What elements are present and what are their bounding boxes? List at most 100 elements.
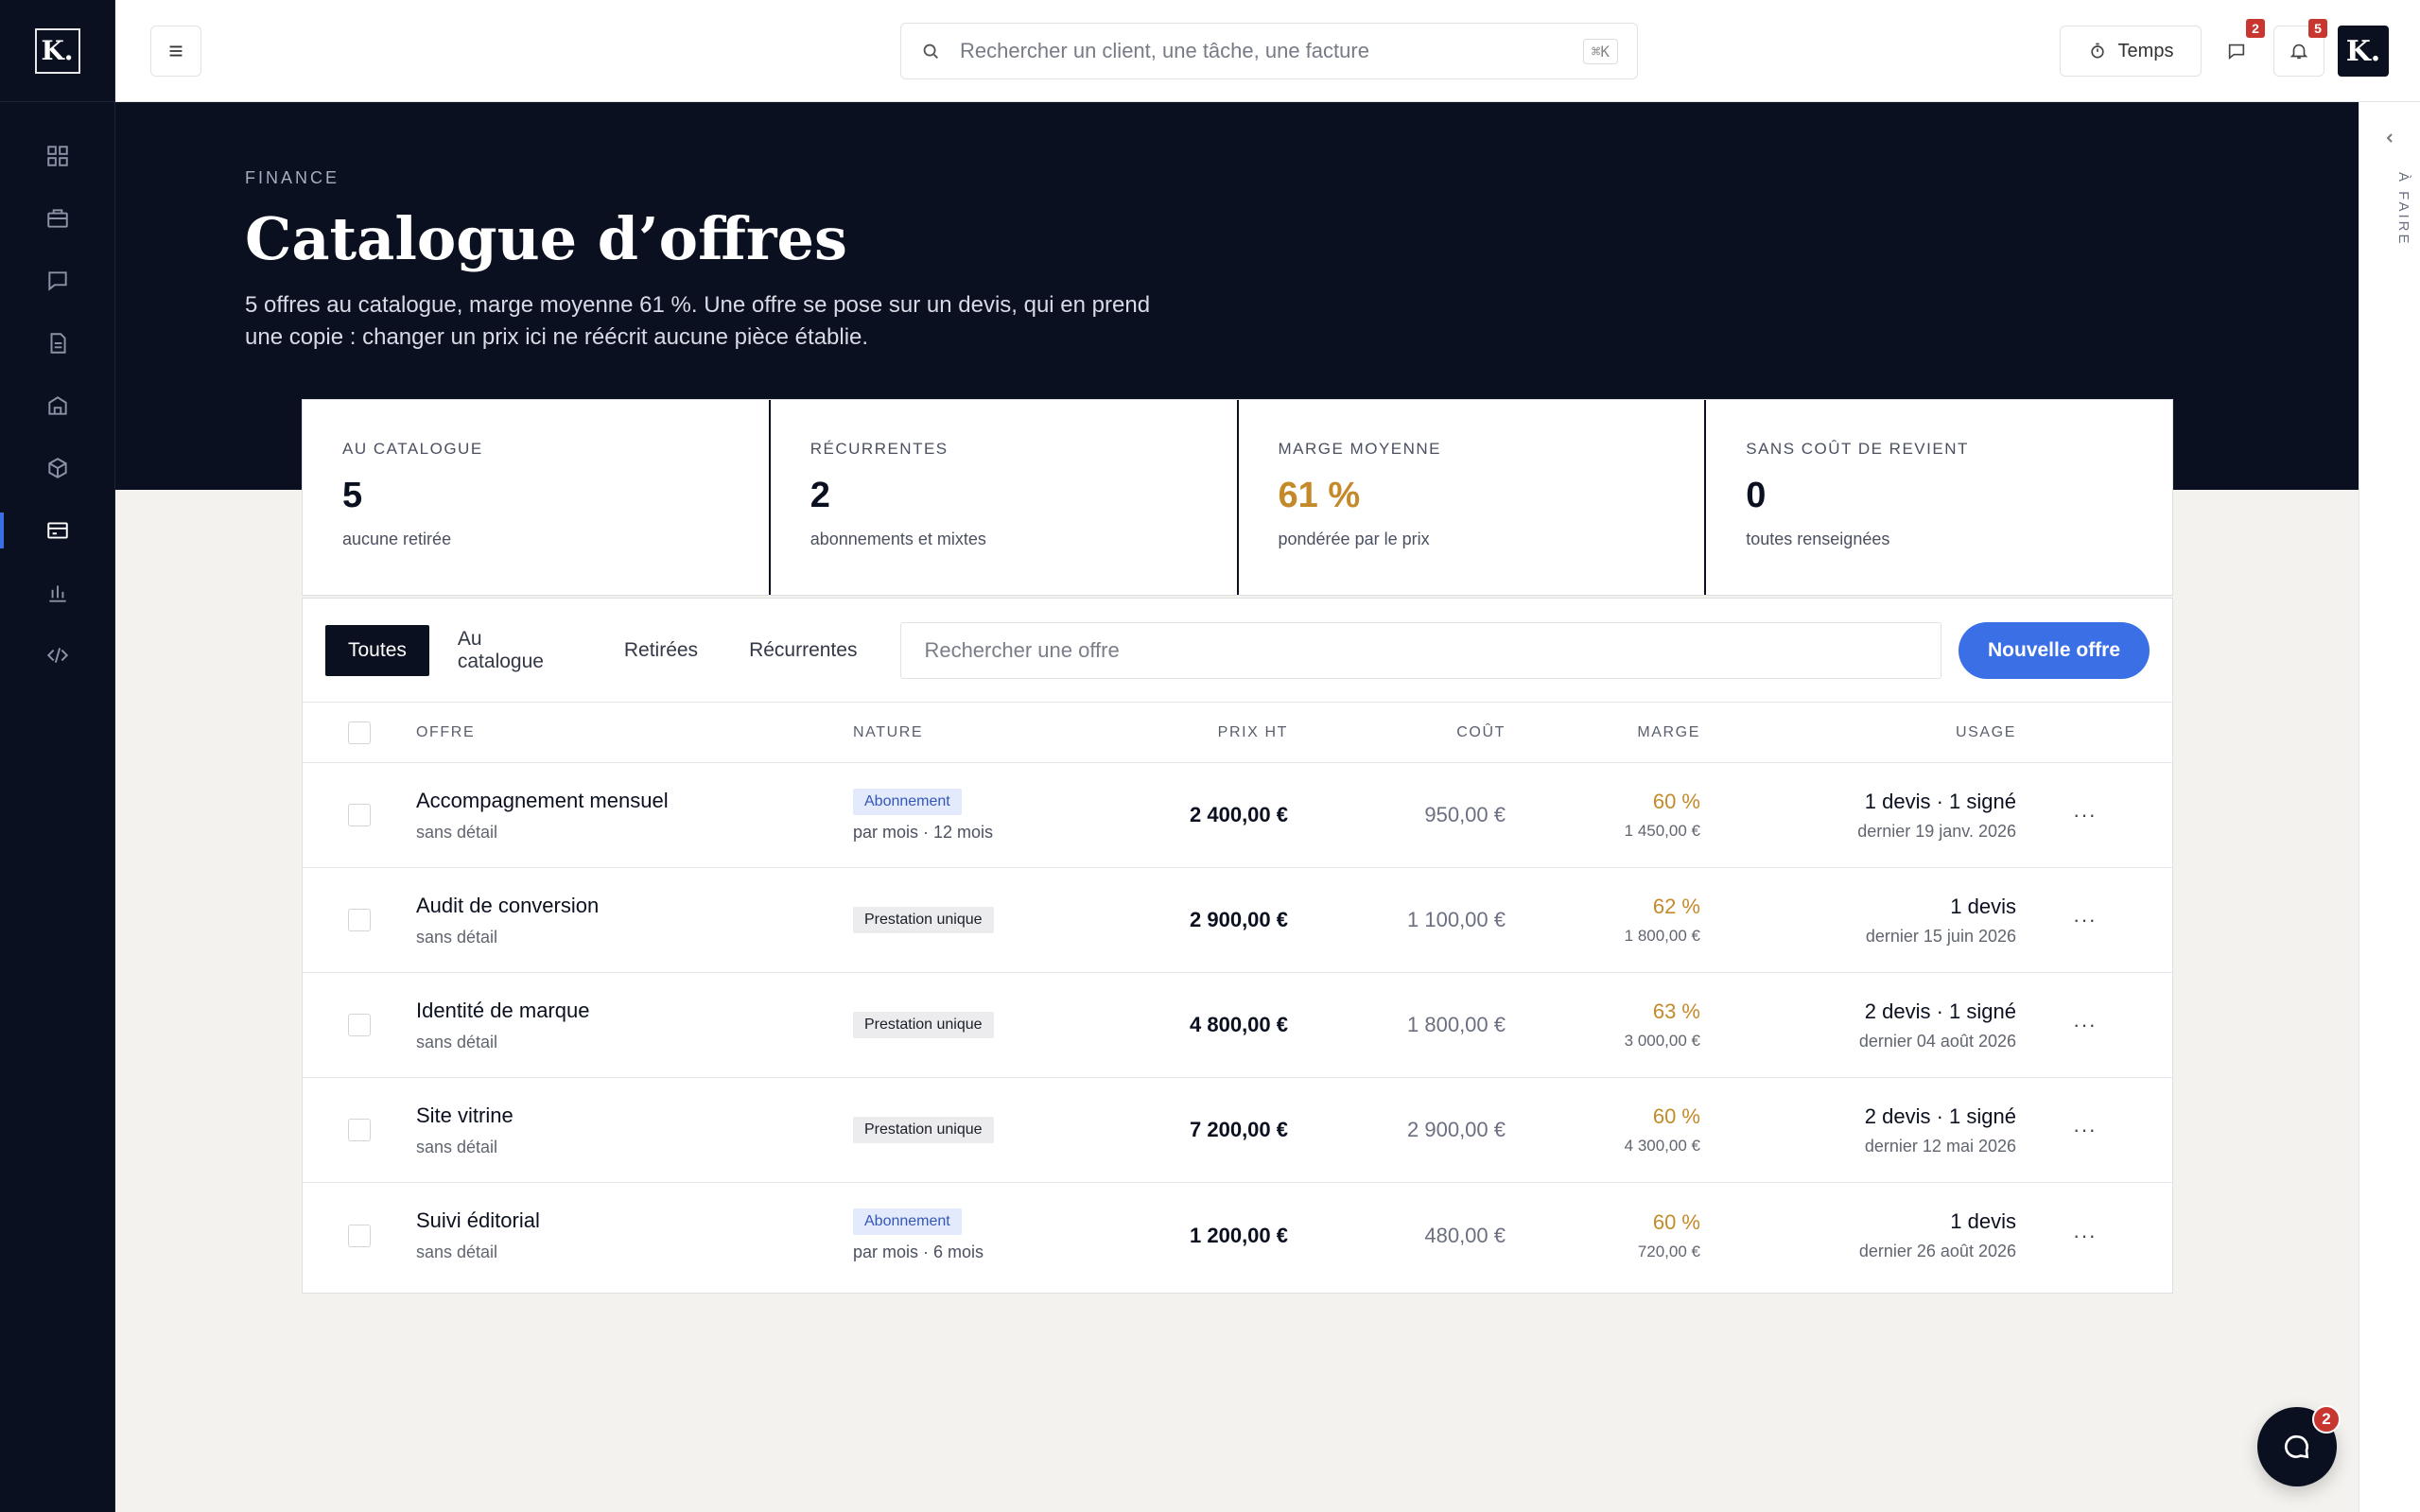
timer-button[interactable]: Temps <box>2060 26 2202 77</box>
row-select-cell <box>303 1224 416 1247</box>
bell-icon <box>2289 43 2308 60</box>
nature-cell: Prestation unique <box>853 1012 1118 1038</box>
card-icon <box>46 522 68 539</box>
table-row[interactable]: Accompagnement mensuel sans détail Abonn… <box>303 763 2172 868</box>
price-cell: 2 400,00 € <box>1190 803 1288 826</box>
tab-retired[interactable]: Retirées <box>601 625 721 676</box>
row-more-button[interactable]: ··· <box>2016 908 2153 932</box>
column-header-nature[interactable]: NATURE <box>853 724 1118 741</box>
row-more-button[interactable]: ··· <box>2016 1118 2153 1142</box>
offer-name[interactable]: Audit de conversion <box>416 894 853 918</box>
sidebar-item-clients[interactable] <box>0 374 114 437</box>
tab-all[interactable]: Toutes <box>325 624 429 676</box>
hamburger-icon <box>169 45 183 57</box>
sidebar-item-developer[interactable] <box>0 624 114 686</box>
sidebar-item-finance[interactable] <box>0 499 114 562</box>
kpi-value: 61 % <box>1278 476 1361 515</box>
row-checkbox[interactable] <box>348 1119 371 1141</box>
usage-count: 2 devis · 1 signé <box>1864 1104 2016 1128</box>
row-checkbox[interactable] <box>348 909 371 931</box>
nature-cell: Abonnement par mois · 6 mois <box>853 1208 1118 1262</box>
sidebar-item-documents[interactable] <box>0 312 114 374</box>
new-offer-button[interactable]: Nouvelle offre <box>1959 621 2150 679</box>
grid-icon <box>46 146 68 166</box>
tab-recurring[interactable]: Récurrentes <box>726 625 879 676</box>
billing-period: par mois · 6 mois <box>853 1243 984 1261</box>
document-icon <box>50 333 66 354</box>
usage-last: dernier 19 janv. 2026 <box>1857 821 2016 841</box>
row-more-button[interactable]: ··· <box>2016 1224 2153 1248</box>
menu-button[interactable] <box>150 26 201 77</box>
messages-button[interactable]: 2 <box>2211 19 2265 77</box>
table-row[interactable]: Identité de marque sans détail Prestatio… <box>303 973 2172 1078</box>
offer-cell: Site vitrine sans détail <box>416 1104 853 1157</box>
stopwatch-icon <box>2090 43 2104 59</box>
column-header-marge[interactable]: MARGE <box>1506 724 1700 741</box>
offer-name[interactable]: Identité de marque <box>416 999 853 1023</box>
sidebar-item-messages[interactable] <box>0 250 114 312</box>
kpi-subtext: aucune retirée <box>342 530 452 548</box>
column-header-prix[interactable]: PRIX HT <box>1118 724 1288 741</box>
cost-cell: 480,00 € <box>1424 1223 1506 1247</box>
table-row[interactable]: Audit de conversion sans détail Prestati… <box>303 868 2172 973</box>
price-cell: 4 800,00 € <box>1190 1013 1288 1036</box>
price-cell: 7 200,00 € <box>1190 1118 1288 1141</box>
nature-cell: Prestation unique <box>853 1117 1118 1143</box>
usage-last: dernier 04 août 2026 <box>1858 1031 2016 1051</box>
support-chat-button[interactable]: 2 <box>2257 1405 2341 1486</box>
kpi-value: 2 <box>810 476 830 515</box>
table-header: OFFRE NATURE PRIX HT COÛT MARGE USAGE <box>303 703 2172 763</box>
sidebar-item-reports[interactable] <box>0 562 114 624</box>
usage-count: 1 devis · 1 signé <box>1864 789 2016 813</box>
offer-search-input[interactable]: Rechercher une offre <box>900 621 1942 679</box>
row-checkbox[interactable] <box>348 804 371 826</box>
usage-cell: 1 devis · 1 signé dernier 19 janv. 2026 <box>1700 790 2016 842</box>
support-chat-badge: 2 <box>2312 1405 2341 1434</box>
offer-name[interactable]: Site vitrine <box>416 1104 853 1128</box>
column-header-usage[interactable]: USAGE <box>1700 724 2016 741</box>
kpi-label: RÉCURRENTES <box>810 440 949 458</box>
global-search-input[interactable]: Rechercher un client, une tâche, une fac… <box>900 23 1638 79</box>
notifications-button[interactable]: 5 <box>2273 19 2327 77</box>
margin-amount: 720,00 € <box>1637 1242 1700 1260</box>
offer-name[interactable]: Accompagnement mensuel <box>416 789 853 813</box>
todo-rail[interactable]: À FAIRE <box>2359 102 2420 1512</box>
margin-amount: 3 000,00 € <box>1624 1032 1700 1050</box>
nature-badge: Prestation unique <box>853 1012 994 1038</box>
usage-cell: 1 devis dernier 15 juin 2026 <box>1700 895 2016 947</box>
user-avatar[interactable]: K. <box>2338 26 2389 77</box>
margin-cell: 60 % 720,00 € <box>1506 1210 1700 1261</box>
building-icon <box>47 396 67 415</box>
sidebar-item-projects[interactable] <box>0 187 114 250</box>
row-more-button[interactable]: ··· <box>2016 1013 2153 1037</box>
margin-percent: 60 % <box>1652 1104 1700 1128</box>
select-all-checkbox[interactable] <box>348 721 371 744</box>
row-more-button[interactable]: ··· <box>2016 803 2153 827</box>
margin-percent: 62 % <box>1652 895 1700 918</box>
kpi-label: SANS COÛT DE REVIENT <box>1746 440 1969 458</box>
kpi-subtext: pondérée par le prix <box>1278 530 1430 548</box>
table-row[interactable]: Suivi éditorial sans détail Abonnement p… <box>303 1183 2172 1288</box>
kpi-label: AU CATALOGUE <box>342 440 483 458</box>
row-checkbox[interactable] <box>348 1224 371 1247</box>
row-checkbox[interactable] <box>348 1014 371 1036</box>
table-row[interactable]: Site vitrine sans détail Prestation uniq… <box>303 1078 2172 1183</box>
offers-toolbar: Toutes Au catalogue Retirées Récurrentes… <box>303 599 2172 703</box>
row-select-cell <box>303 1119 416 1141</box>
briefcase-icon <box>46 209 68 228</box>
column-header-offre[interactable]: OFFRE <box>416 724 853 741</box>
sidebar-item-products[interactable] <box>0 437 114 499</box>
sidebar-item-dashboard[interactable] <box>0 125 114 187</box>
offer-name[interactable]: Suivi éditorial <box>416 1208 853 1233</box>
brand-logo[interactable]: K. <box>34 27 80 74</box>
tab-catalogue[interactable]: Au catalogue <box>435 625 596 676</box>
sidebar: K. <box>0 0 115 1512</box>
price-cell: 1 200,00 € <box>1190 1223 1288 1247</box>
offer-detail: sans détail <box>416 822 498 842</box>
nature-badge: Prestation unique <box>853 907 994 933</box>
chevron-left-icon[interactable] <box>2382 130 2397 146</box>
usage-count: 2 devis · 1 signé <box>1864 999 2016 1023</box>
column-header-cout[interactable]: COÛT <box>1288 724 1506 741</box>
price-cell: 2 900,00 € <box>1190 908 1288 931</box>
page-title: Catalogue d’offres <box>245 204 847 273</box>
